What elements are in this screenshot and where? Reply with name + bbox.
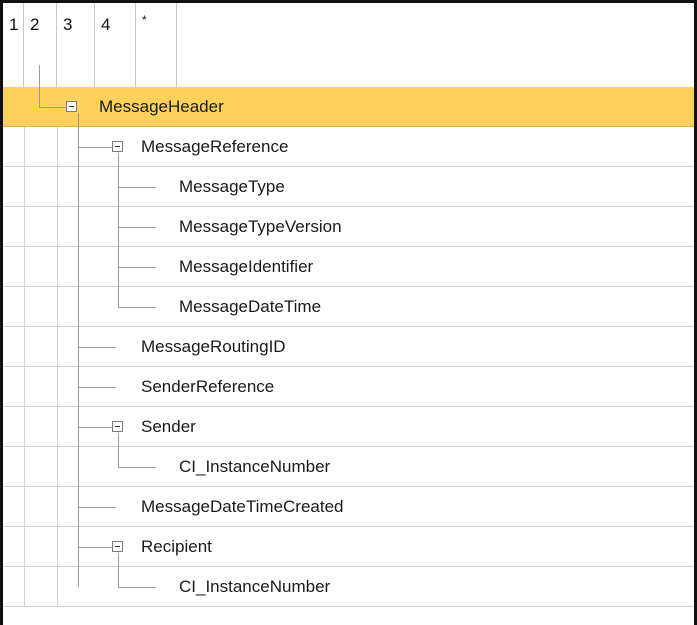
tree-node-label: MessageDateTime [179,297,322,316]
level-2-button[interactable]: 2 [24,3,57,87]
level-1-label: 1 [9,15,19,34]
collapse-toggle-icon[interactable] [66,101,77,112]
tree-node-label: MessageRoutingID [141,337,286,356]
collapse-toggle-icon[interactable] [112,541,123,552]
tree-guide-line [118,153,119,307]
tree-guide-line [39,65,40,107]
tree-node-label: MessageHeader [99,97,224,116]
tree-node-label: CI_InstanceNumber [179,577,331,596]
tree-node-label: MessageDateTimeCreated [141,497,344,516]
tree-connector [118,267,156,268]
tree-node-row[interactable]: Sender [3,407,694,447]
level-1-button[interactable]: 1 [3,3,24,87]
tree-connector [118,467,156,468]
tree-connector [78,147,112,148]
tree-node-row[interactable]: MessageRoutingID [3,327,694,367]
tree-guide-line [78,113,79,587]
tree-guide-line [118,433,119,467]
tree-node-label: MessageIdentifier [179,257,314,276]
tree-connector [39,107,66,108]
level-all-label: * [142,13,147,27]
level-3-label: 3 [63,15,73,34]
tree-node-row[interactable]: MessageReference [3,127,694,167]
level-3-button[interactable]: 3 [57,3,95,87]
level-4-label: 4 [101,15,111,34]
tree-connector [118,307,156,308]
tree-node-row[interactable]: CI_InstanceNumber [3,567,694,607]
tree-node-label: SenderReference [141,377,275,396]
tree-guide-line [118,553,119,587]
tree-node-row[interactable]: MessageHeader [3,87,694,127]
schema-tree-panel: 1 2 3 4 * MessageHeader MessageReference M… [0,0,694,625]
tree-connector [78,387,116,388]
tree-node-row[interactable]: SenderReference [3,367,694,407]
tree-connector [78,547,112,548]
tree-node-row[interactable]: MessageType [3,167,694,207]
level-2-label: 2 [30,15,40,34]
tree-connector [118,587,156,588]
tree-node-row[interactable]: MessageDateTimeCreated [3,487,694,527]
tree-node-row[interactable]: CI_InstanceNumber [3,447,694,487]
tree-node-label: MessageType [179,177,285,196]
tree-node-row[interactable]: MessageDateTime [3,287,694,327]
tree-connector [78,427,112,428]
tree-connector [118,187,156,188]
tree-node-row[interactable]: Recipient [3,527,694,567]
collapse-toggle-icon[interactable] [112,421,123,432]
collapse-toggle-icon[interactable] [112,141,123,152]
tree-node-label: CI_InstanceNumber [179,457,331,476]
tree-connector [78,507,116,508]
tree-node-row[interactable]: MessageTypeVersion [3,207,694,247]
tree-node-label: Sender [141,417,196,436]
level-4-button[interactable]: 4 [95,3,136,87]
level-header: 1 2 3 4 * [3,3,694,88]
tree-connector [78,347,116,348]
tree-node-label: Recipient [141,537,212,556]
tree-connector [118,227,156,228]
level-all-button[interactable]: * [136,3,177,87]
tree-node-label: MessageTypeVersion [179,217,342,236]
tree-node-label: MessageReference [141,137,289,156]
tree-node-row[interactable]: MessageIdentifier [3,247,694,287]
